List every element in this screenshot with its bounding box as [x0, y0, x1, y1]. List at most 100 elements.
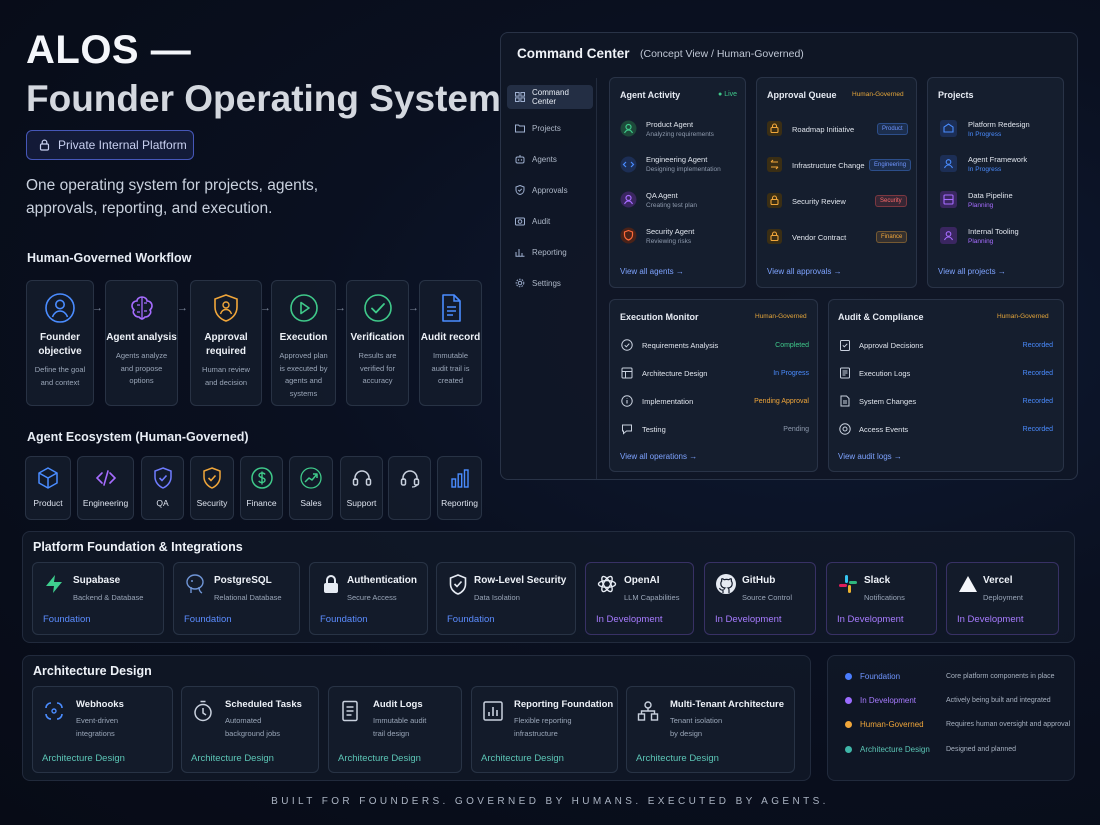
- integration-name: Vercel: [983, 575, 1013, 586]
- agent-unlabeled[interactable]: [388, 456, 431, 520]
- project-row[interactable]: Agent Framework In Progress: [968, 155, 1027, 173]
- agent-product[interactable]: Product: [25, 456, 71, 520]
- agent-qa[interactable]: QA: [141, 456, 184, 520]
- agent-row[interactable]: [620, 227, 637, 244]
- agent-row-text: Product Agent Analyzing requirements: [646, 120, 714, 138]
- integration-authentication[interactable]: Authentication Secure Access Foundation: [309, 562, 428, 635]
- project-name: Agent Framework: [968, 155, 1028, 164]
- approval-item-title[interactable]: Infrastructure Change: [792, 161, 865, 170]
- view-audit-logs-link[interactable]: View audit logs →: [838, 452, 902, 461]
- integration-vercel[interactable]: Vercel Deployment In Development: [946, 562, 1059, 635]
- desc-line: trail design: [373, 728, 410, 738]
- view-all-approvals-link[interactable]: View all approvals →: [767, 267, 842, 276]
- architecture-multi-tenant[interactable]: Multi-Tenant Architecture Tenant isolati…: [626, 686, 795, 773]
- agent-support[interactable]: Support: [340, 456, 383, 520]
- agent-engineering[interactable]: Engineering: [77, 456, 134, 520]
- agent-status: Creating test plan: [646, 202, 697, 209]
- integration-name: Supabase: [73, 575, 121, 586]
- nav-approvals[interactable]: Approvals: [507, 178, 593, 202]
- supabase-icon: [43, 573, 65, 595]
- agent-sales[interactable]: Sales: [289, 456, 333, 520]
- category-chip: Product: [877, 123, 908, 135]
- shield-check-icon: [447, 573, 469, 595]
- nav-label: Agents: [532, 154, 557, 164]
- architecture-status: Architecture Design: [191, 753, 274, 764]
- integration-openai[interactable]: OpenAI LLM Capabilities In Development: [585, 562, 694, 635]
- check-circle-icon: [361, 291, 395, 325]
- project-row[interactable]: Data Pipeline Planning: [968, 191, 1013, 209]
- desc-line: background jobs: [225, 728, 281, 738]
- integration-desc: Secure Access: [347, 593, 397, 602]
- integration-postgresql[interactable]: PostgreSQL Relational Database Foundatio…: [173, 562, 300, 635]
- integration-slack[interactable]: Slack Notifications In Development: [826, 562, 937, 635]
- link-label: View all agents: [620, 267, 674, 276]
- architecture-audit-logs[interactable]: Audit Logs Immutable audit trail design A…: [328, 686, 462, 773]
- integration-desc: LLM Capabilities: [624, 593, 680, 602]
- architecture-reporting-foundation[interactable]: Reporting Foundation Flexible reporting i…: [471, 686, 618, 773]
- agent-finance[interactable]: Finance: [240, 456, 283, 520]
- report-icon: [481, 699, 505, 723]
- nav-label: Settings: [532, 278, 561, 288]
- integration-row-level-security[interactable]: Row-Level Security Data Isolation Founda…: [436, 562, 576, 635]
- nav-label: Audit: [532, 216, 551, 226]
- legend-desc: Requires human oversight and approval: [946, 720, 1071, 728]
- audit-compliance-title: Audit & Compliance: [838, 312, 924, 322]
- audit-item-status: Recorded: [1022, 342, 1053, 349]
- project-row[interactable]: Internal Tooling Planning: [968, 227, 1019, 245]
- approval-item-title[interactable]: Roadmap Initiative: [792, 125, 854, 134]
- architecture-name: Audit Logs: [373, 699, 423, 710]
- project-status: Planning: [968, 238, 994, 245]
- approval-item-title[interactable]: Vendor Contract: [792, 233, 846, 242]
- audit-item-name[interactable]: Access Events: [859, 425, 908, 434]
- operation-name[interactable]: Implementation: [642, 397, 693, 406]
- lock-icon: [767, 193, 782, 208]
- human-governed-tag: Human-Governed: [852, 91, 904, 98]
- view-all-agents-link[interactable]: View all agents →: [620, 267, 684, 276]
- desc-line: Tenant isolation: [670, 716, 723, 725]
- agent-reporting[interactable]: Reporting: [437, 456, 482, 520]
- architecture-status: Architecture Design: [42, 753, 125, 764]
- step-title: Execution: [279, 332, 328, 343]
- operation-name[interactable]: Requirements Analysis: [642, 341, 718, 350]
- legend-dot: [845, 745, 852, 753]
- architecture-name: Multi-Tenant Architecture: [670, 699, 785, 710]
- agent-row[interactable]: [620, 120, 637, 137]
- step-title: Audit record: [420, 332, 481, 343]
- view-all-projects-link[interactable]: View all projects →: [938, 267, 1006, 276]
- agent-security[interactable]: Security: [190, 456, 234, 520]
- audit-item-name[interactable]: Execution Logs: [859, 369, 910, 378]
- view-all-operations-link[interactable]: View all operations →: [620, 452, 697, 461]
- agent-row[interactable]: [620, 156, 637, 173]
- integration-name: GitHub: [742, 575, 776, 586]
- agent-row[interactable]: [620, 191, 637, 208]
- audit-item-name[interactable]: System Changes: [859, 397, 916, 406]
- integration-name: PostgreSQL: [214, 575, 272, 586]
- architecture-scheduled-tasks[interactable]: Scheduled Tasks Automated background jobs…: [181, 686, 319, 773]
- project-row[interactable]: Platform Redesign In Progress: [968, 120, 1030, 138]
- desc-line: infrastructure: [514, 728, 558, 738]
- operation-name[interactable]: Testing: [642, 425, 666, 434]
- operation-name[interactable]: Architecture Design: [642, 369, 707, 378]
- integration-name: Authentication: [347, 575, 417, 586]
- arrow-icon: →: [335, 302, 346, 314]
- approval-item-title[interactable]: Security Review: [792, 197, 846, 206]
- nav-command-center[interactable]: Command Center: [507, 85, 593, 109]
- integration-name: OpenAI: [624, 575, 660, 586]
- integration-github[interactable]: GitHub Source Control In Development: [704, 562, 816, 635]
- agent-label: Reporting: [441, 498, 478, 508]
- projects-title: Projects: [938, 90, 974, 100]
- arrow-icon: →: [408, 302, 419, 314]
- nav-audit[interactable]: Audit: [507, 209, 593, 233]
- architecture-webhooks[interactable]: Webhooks Event-driven integrations Archit…: [32, 686, 173, 773]
- nav-settings[interactable]: Settings: [507, 271, 593, 295]
- nav-reporting[interactable]: Reporting: [507, 240, 593, 264]
- project-icon: [940, 191, 957, 208]
- command-center-subtitle: (Concept View / Human-Governed): [640, 48, 804, 60]
- execution-monitor-title: Execution Monitor: [620, 312, 699, 322]
- architecture-name: Webhooks: [76, 699, 124, 710]
- audit-item-name[interactable]: Approval Decisions: [859, 341, 923, 350]
- nav-agents[interactable]: Agents: [507, 147, 593, 171]
- integration-supabase[interactable]: Supabase Backend & Database Foundation: [32, 562, 164, 635]
- nav-projects[interactable]: Projects: [507, 116, 593, 140]
- hero-title: ALOS —: [26, 28, 192, 72]
